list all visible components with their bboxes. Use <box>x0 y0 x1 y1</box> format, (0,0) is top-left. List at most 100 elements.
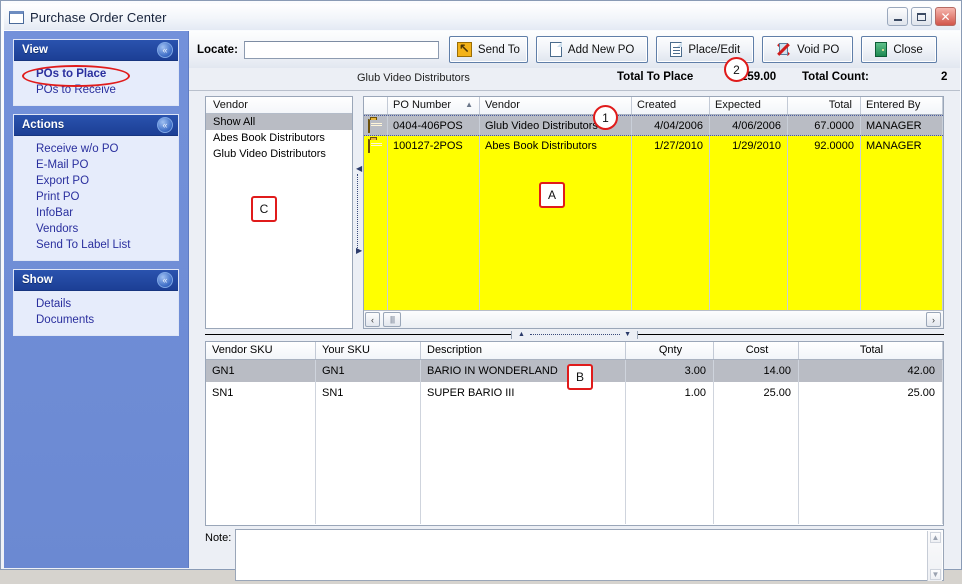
sidebar-item-documents[interactable]: Documents <box>14 312 178 328</box>
sidebar-item-label: E-Mail PO <box>36 159 89 171</box>
sidebar-item-email-po[interactable]: E-Mail PO <box>14 157 178 173</box>
panel-body-show: Details Documents <box>14 291 178 335</box>
column-label: Cost <box>745 344 769 356</box>
place-edit-button[interactable]: Place/Edit <box>656 36 755 63</box>
scroll-left-button[interactable]: ‹ <box>365 312 380 327</box>
column-label: Expected <box>715 99 761 111</box>
vertical-splitter[interactable]: ◀ ▶ <box>355 96 363 329</box>
total-count-label: Total Count: <box>802 71 869 83</box>
sidebar-item-receive-wo-po[interactable]: Receive w/o PO <box>14 141 178 157</box>
column-label: Your SKU <box>322 344 370 356</box>
splitter-right-arrow-icon[interactable]: ▶ <box>356 246 362 255</box>
exit-door-icon <box>875 42 888 57</box>
chevron-up-icon[interactable]: « <box>157 117 173 133</box>
vendor-list: Vendor Show All Abes Book Distributors G… <box>205 96 353 329</box>
send-to-button-label: Send To <box>477 43 520 56</box>
cell-total: 25.00 <box>799 382 943 404</box>
table-row[interactable]: 0404-406POS Glub Video Distributors 4/04… <box>364 115 943 136</box>
panel-body-actions: Receive w/o PO E-Mail PO Export PO Print… <box>14 136 178 260</box>
sidebar-item-export-po[interactable]: Export PO <box>14 173 178 189</box>
list-item-label: Show All <box>213 116 256 128</box>
cell-vendor: Glub Video Distributors <box>480 116 632 135</box>
vendor-list-item-show-all[interactable]: Show All <box>206 114 352 130</box>
column-header-total[interactable]: Total <box>788 97 861 114</box>
table-row[interactable]: 100127-2POS Abes Book Distributors 1/27/… <box>364 136 943 157</box>
cell-total: 42.00 <box>799 360 943 382</box>
column-header-your-sku[interactable]: Your SKU <box>316 342 421 359</box>
void-po-button[interactable]: Void PO <box>762 36 854 63</box>
column-header-cost[interactable]: Cost <box>714 342 799 359</box>
sidebar-item-pos-to-place[interactable]: POs to Place <box>14 65 178 87</box>
column-header-vendor-sku[interactable]: Vendor SKU <box>206 342 316 359</box>
window-title: Purchase Order Center <box>30 9 167 25</box>
cell-po-number: 100127-2POS <box>388 136 480 157</box>
table-row[interactable]: GN1 GN1 BARIO IN WONDERLAND 3.00 14.00 4… <box>206 360 943 382</box>
chevron-up-icon[interactable]: « <box>157 272 173 288</box>
note-scrollbar[interactable]: ▲ ▼ <box>927 531 942 581</box>
vendor-list-header: Vendor <box>206 97 352 114</box>
scrollbar-thumb[interactable]: |||| <box>383 312 401 327</box>
arrow-icon <box>456 41 472 57</box>
panel-header-show[interactable]: Show « <box>14 270 178 291</box>
cell-your-sku: SN1 <box>316 382 421 404</box>
sidebar-item-print-po[interactable]: Print PO <box>14 189 178 205</box>
list-item-label: Glub Video Distributors <box>213 148 326 160</box>
table-row[interactable]: SN1 SN1 SUPER BARIO III 1.00 25.00 25.00 <box>206 382 943 404</box>
column-header-qnty[interactable]: Qnty <box>626 342 714 359</box>
column-header-entered-by[interactable]: Entered By <box>861 97 943 114</box>
column-header-total[interactable]: Total <box>799 342 943 359</box>
add-new-po-button[interactable]: Add New PO <box>535 36 649 63</box>
splitter-up-arrow-icon[interactable]: ▲ <box>518 331 525 338</box>
column-header-po-number[interactable]: PO Number ▲ <box>388 97 480 114</box>
column-label: Qnty <box>658 344 683 356</box>
panel-header-view[interactable]: View « <box>14 40 178 61</box>
sidebar-item-details[interactable]: Details <box>14 296 178 312</box>
splitter-grip[interactable] <box>357 174 362 252</box>
column-header-description[interactable]: Description <box>421 342 626 359</box>
sidebar-item-label: Print PO <box>36 191 80 203</box>
sidebar-item-pos-to-receive[interactable]: POs to Receive <box>14 82 178 98</box>
horizontal-splitter-grip[interactable]: ▲ ▼ <box>511 331 638 339</box>
sidebar-item-send-to-label-list[interactable]: Send To Label List <box>14 237 178 253</box>
horizontal-splitter[interactable]: ▲ ▼ <box>205 331 944 339</box>
window-icon <box>9 10 24 24</box>
cell-description: SUPER BARIO III <box>421 382 626 404</box>
scroll-down-button[interactable]: ▼ <box>930 569 941 580</box>
cell-created: 4/04/2006 <box>632 116 710 135</box>
vendor-list-item-glub[interactable]: Glub Video Distributors <box>206 146 352 162</box>
sidebar-item-label: Documents <box>36 314 95 326</box>
vendor-list-item-abes[interactable]: Abes Book Distributors <box>206 130 352 146</box>
scroll-right-button[interactable]: › <box>926 312 941 327</box>
column-header-expected[interactable]: Expected <box>710 97 788 114</box>
close-button[interactable]: Close <box>861 36 937 63</box>
close-window-button[interactable]: ✕ <box>935 7 956 26</box>
folder-icon <box>368 119 370 133</box>
po-grid-horizontal-scrollbar[interactable]: ‹ |||| › <box>364 310 943 328</box>
minimize-button[interactable] <box>887 7 908 26</box>
current-vendor-name: Glub Video Distributors <box>357 72 470 84</box>
cell-cost: 25.00 <box>714 382 799 404</box>
column-header-vendor[interactable]: Vendor <box>480 97 632 114</box>
column-label: Entered By <box>866 99 921 111</box>
sidebar-item-label: POs to Place <box>36 68 107 80</box>
splitter-down-arrow-icon[interactable]: ▼ <box>624 331 631 338</box>
content-area: Locate: Send To Add New PO Place/Edit Vo… <box>189 31 960 581</box>
column-label: Total <box>859 344 884 356</box>
note-input[interactable]: ▲ ▼ <box>235 529 944 581</box>
close-button-label: Close <box>893 43 923 56</box>
chevron-up-icon[interactable]: « <box>157 42 173 58</box>
panel-title-view: View <box>22 44 48 56</box>
total-to-place-label: Total To Place <box>617 71 694 83</box>
locate-label: Locate: <box>197 43 238 56</box>
scroll-up-button[interactable]: ▲ <box>930 532 941 543</box>
column-header-icon[interactable] <box>364 97 388 114</box>
send-to-button[interactable]: Send To <box>448 36 528 63</box>
sidebar-item-infobar[interactable]: InfoBar <box>14 205 178 221</box>
column-header-created[interactable]: Created <box>632 97 710 114</box>
panel-header-actions[interactable]: Actions « <box>14 115 178 136</box>
sidebar-item-vendors[interactable]: Vendors <box>14 221 178 237</box>
window-controls: ✕ <box>887 7 956 26</box>
maximize-button[interactable] <box>911 7 932 26</box>
splitter-left-arrow-icon[interactable]: ◀ <box>356 164 362 173</box>
locate-input[interactable] <box>243 40 439 59</box>
